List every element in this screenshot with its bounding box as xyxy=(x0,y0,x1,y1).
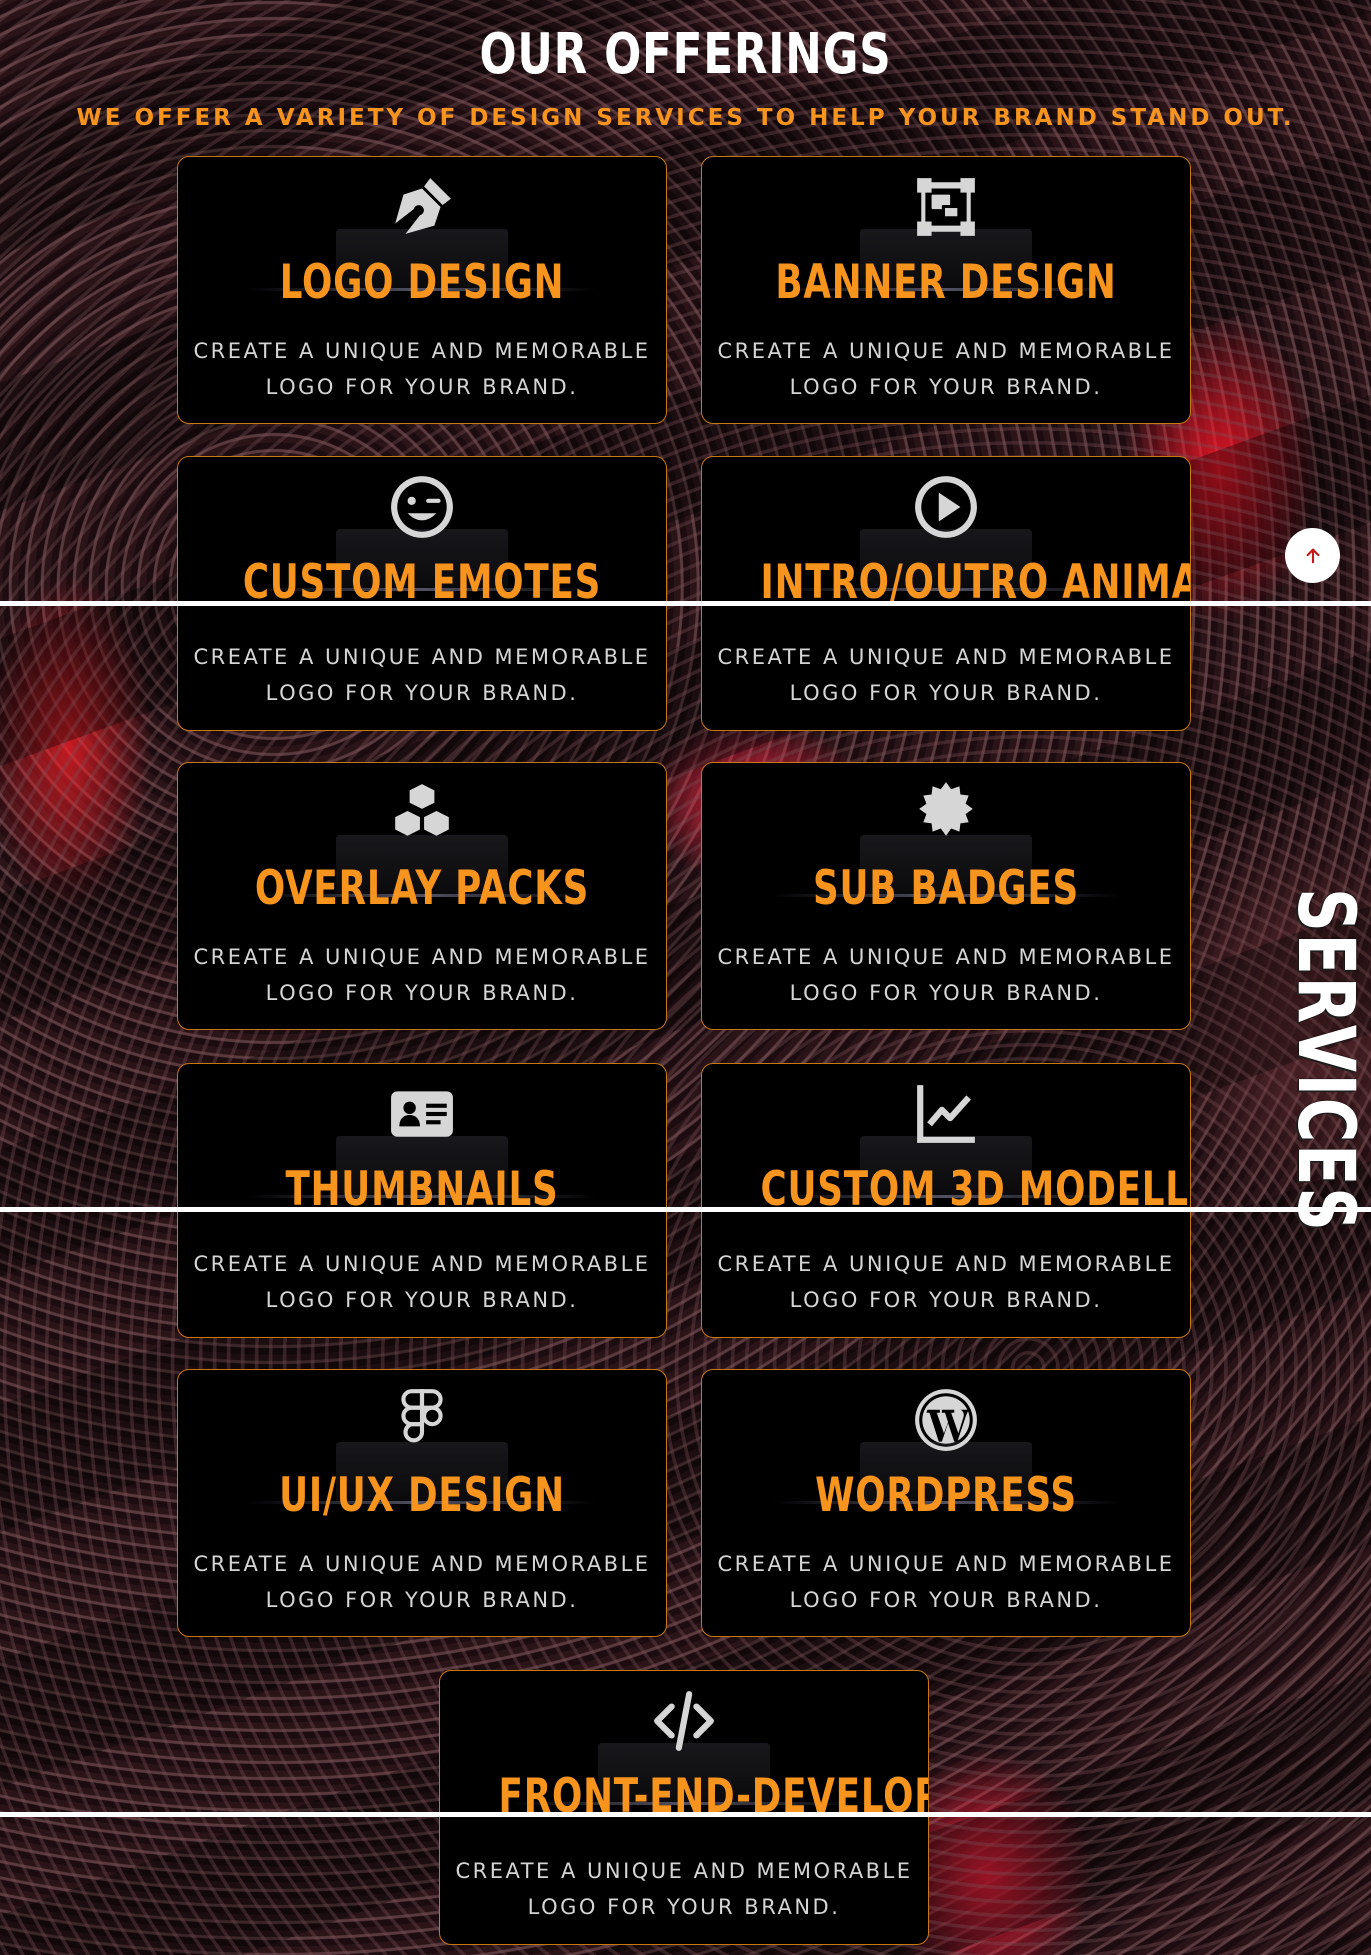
certificate-icon xyxy=(910,777,982,849)
divider-line xyxy=(0,1207,1371,1212)
service-description: CREATE A UNIQUE AND MEMORABLE LOGO FOR Y… xyxy=(193,645,651,705)
service-card-front-end-development[interactable]: FRONT-END-DEVELOPMENT CREATE A UNIQUE AN… xyxy=(439,1670,929,1945)
service-card-thumbnails[interactable]: THUMBNAILS CREATE A UNIQUE AND MEMORABLE… xyxy=(177,1063,667,1338)
service-description: CREATE A UNIQUE AND MEMORABLE LOGO FOR Y… xyxy=(717,1252,1175,1312)
wink-face-icon xyxy=(386,471,458,543)
arrow-up-icon xyxy=(1306,548,1319,563)
service-description: CREATE A UNIQUE AND MEMORABLE LOGO FOR Y… xyxy=(193,1252,651,1312)
service-title: UI/UX DESIGN xyxy=(279,1468,565,1523)
service-description: CREATE A UNIQUE AND MEMORABLE LOGO FOR Y… xyxy=(193,1552,651,1612)
service-card-custom-emotes[interactable]: CUSTOM EMOTES CREATE A UNIQUE AND MEMORA… xyxy=(177,456,667,731)
section-title: OUR OFFERINGS xyxy=(479,22,892,87)
line-chart-icon xyxy=(910,1078,982,1150)
object-group-icon xyxy=(910,171,982,243)
service-card-intro-outro-animation[interactable]: INTRO/OUTRO ANIMATION CREATE A UNIQUE AN… xyxy=(701,456,1191,731)
service-description: CREATE A UNIQUE AND MEMORABLE LOGO FOR Y… xyxy=(717,1552,1175,1612)
section-subtitle: WE OFFER A VARIETY OF DESIGN SERVICES TO… xyxy=(76,105,1295,131)
service-description: CREATE A UNIQUE AND MEMORABLE LOGO FOR Y… xyxy=(717,645,1175,705)
divider-line xyxy=(0,1812,1371,1817)
service-card-banner-design[interactable]: BANNER DESIGN CREATE A UNIQUE AND MEMORA… xyxy=(701,156,1191,424)
cubes-icon xyxy=(386,777,458,849)
service-title: WORDPRESS xyxy=(815,1468,1077,1523)
service-description: CREATE A UNIQUE AND MEMORABLE LOGO FOR Y… xyxy=(193,339,651,399)
side-label-services: SERVICES xyxy=(1280,888,1370,1233)
service-card-sub-badges[interactable]: SUB BADGES CREATE A UNIQUE AND MEMORABLE… xyxy=(701,762,1191,1030)
service-title: LOGO DESIGN xyxy=(279,255,565,310)
wordpress-icon xyxy=(910,1384,982,1456)
service-title: OVERLAY PACKS xyxy=(254,861,590,916)
pen-nib-icon xyxy=(386,171,458,243)
play-circle-icon xyxy=(910,471,982,543)
divider-line xyxy=(0,601,1371,606)
service-card-ui-ux-design[interactable]: UI/UX DESIGN CREATE A UNIQUE AND MEMORAB… xyxy=(177,1369,667,1637)
service-card-custom-3d-modelling[interactable]: CUSTOM 3D MODELLING CREATE A UNIQUE AND … xyxy=(701,1063,1191,1338)
service-description: CREATE A UNIQUE AND MEMORABLE LOGO FOR Y… xyxy=(193,945,651,1005)
service-description: CREATE A UNIQUE AND MEMORABLE LOGO FOR Y… xyxy=(717,339,1175,399)
service-card-wordpress[interactable]: WORDPRESS CREATE A UNIQUE AND MEMORABLE … xyxy=(701,1369,1191,1637)
service-description: CREATE A UNIQUE AND MEMORABLE LOGO FOR Y… xyxy=(717,945,1175,1005)
scroll-to-top-button[interactable] xyxy=(1285,528,1340,583)
id-card-icon xyxy=(386,1078,458,1150)
figma-icon xyxy=(386,1384,458,1456)
service-card-overlay-packs[interactable]: OVERLAY PACKS CREATE A UNIQUE AND MEMORA… xyxy=(177,762,667,1030)
code-icon xyxy=(648,1685,720,1757)
service-title: BANNER DESIGN xyxy=(775,255,1117,310)
service-title: SUB BADGES xyxy=(813,861,1079,916)
service-description: CREATE A UNIQUE AND MEMORABLE LOGO FOR Y… xyxy=(455,1859,913,1919)
service-card-logo-design[interactable]: LOGO DESIGN CREATE A UNIQUE AND MEMORABL… xyxy=(177,156,667,424)
